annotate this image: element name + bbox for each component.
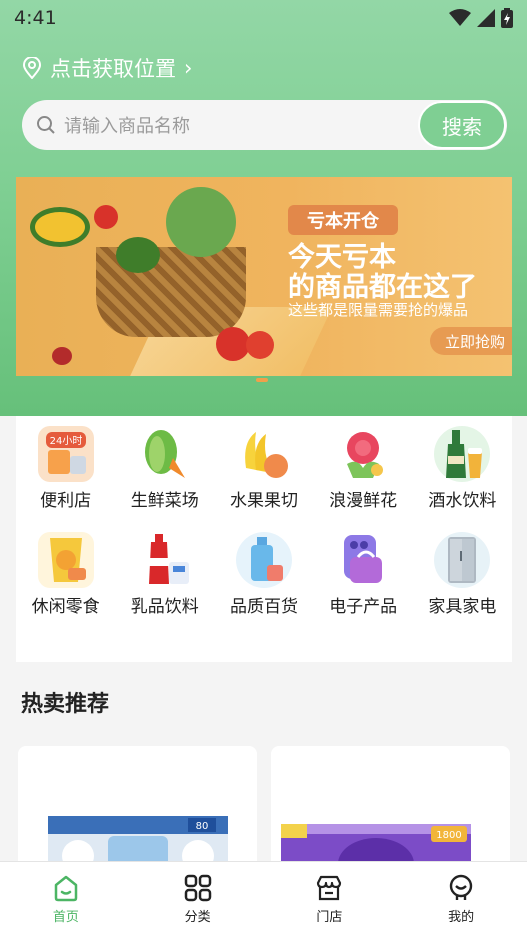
category-dairy-drinks[interactable]: 乳品饮料 [115, 532, 214, 638]
category-daily-goods[interactable]: 品质百货 [214, 532, 313, 638]
tab-store[interactable]: 门店 [264, 862, 396, 937]
category-label: 品质百货 [229, 597, 298, 617]
broccoli-image [116, 237, 160, 273]
carousel-indicator[interactable] [256, 378, 268, 382]
fridge-icon [434, 532, 491, 588]
home-icon [54, 875, 78, 902]
category-convenience-store[interactable]: 24小时 便利店 [16, 426, 115, 532]
tomato-image [216, 327, 250, 361]
tab-label: 我的 [448, 910, 475, 925]
category-flowers[interactable]: 浪漫鲜花 [314, 426, 413, 532]
location-pin-icon [22, 57, 42, 79]
hot-recommend-title: 热卖推荐 [21, 692, 110, 717]
banner-tag: 亏本开仓 [288, 205, 398, 235]
signal-icon [477, 9, 495, 27]
tab-label: 门店 [316, 910, 343, 925]
category-drinks[interactable]: 酒水饮料 [413, 426, 512, 532]
bottom-tab-bar: 首页 分类 门店 我的 [0, 861, 527, 937]
category-label: 电子产品 [329, 597, 398, 617]
cherry-image [52, 347, 72, 365]
buy-now-button[interactable]: 立即抢购 [430, 327, 512, 355]
tab-home[interactable]: 首页 [0, 862, 132, 937]
pumpkin-image [30, 207, 90, 247]
battery-icon [501, 8, 513, 28]
tab-label: 首页 [52, 910, 79, 925]
status-icons [449, 8, 513, 28]
svg-text:1800: 1800 [436, 830, 461, 841]
profile-icon [449, 874, 473, 900]
goods-icon [235, 532, 292, 588]
snacks-icon [37, 532, 94, 588]
search-button[interactable]: 搜索 [418, 101, 506, 149]
svg-text:24小时: 24小时 [49, 435, 82, 447]
flower-icon [335, 426, 391, 482]
tab-profile[interactable]: 我的 [395, 862, 527, 937]
category-label: 水果果切 [229, 491, 298, 511]
store-icon [317, 875, 342, 901]
category-label: 乳品饮料 [130, 597, 199, 617]
location-button[interactable]: 点击获取位置 › [22, 54, 192, 82]
search-icon [37, 116, 55, 134]
banner-title-line1: 今天亏本 [288, 242, 396, 273]
beer-icon [434, 426, 491, 482]
search-input[interactable]: 请输入商品名称 [64, 112, 418, 138]
category-fruit[interactable]: 水果果切 [214, 426, 313, 532]
tomato-image [246, 331, 274, 359]
category-label: 生鲜菜场 [130, 491, 199, 511]
wifi-icon [449, 9, 471, 26]
status-time: 4:41 [14, 7, 57, 29]
convenience-store-icon: 24小时 [37, 426, 94, 482]
vegetables-icon [137, 426, 193, 482]
apple-image [94, 205, 118, 229]
search-bar[interactable]: 请输入商品名称 搜索 [22, 100, 507, 150]
category-electronics[interactable]: 电子产品 [314, 532, 413, 638]
category-fresh-vegetables[interactable]: 生鲜菜场 [115, 426, 214, 532]
drinks-icon [137, 532, 193, 588]
svg-text:80: 80 [196, 821, 209, 832]
banner-title: 今天亏本 的商品都在这了 [288, 243, 477, 303]
fruit-icon [236, 426, 292, 482]
category-snacks[interactable]: 休闲零食 [16, 532, 115, 638]
category-label: 家具家电 [428, 597, 497, 617]
tab-label: 分类 [184, 910, 211, 925]
category-grid: 24小时 便利店 生鲜菜场 水果果切 浪漫鲜花 酒水饮料 休闲零食 乳品饮料 品… [16, 416, 512, 662]
category-label: 便利店 [40, 491, 92, 511]
phone-icon [335, 532, 391, 588]
category-furniture-appliances[interactable]: 家具家电 [413, 532, 512, 638]
category-label: 浪漫鲜花 [329, 491, 398, 511]
category-label: 休闲零食 [31, 597, 100, 617]
category-label: 酒水饮料 [428, 491, 497, 511]
grid-icon [184, 874, 211, 902]
chevron-right-icon: › [184, 56, 193, 80]
greens-image [166, 187, 236, 257]
tab-category[interactable]: 分类 [132, 862, 264, 937]
location-label: 点击获取位置 [50, 57, 176, 81]
status-bar: 4:41 [0, 0, 527, 36]
banner-subtitle: 这些都是限量需要抢的爆品 [288, 301, 469, 319]
promo-banner[interactable]: 亏本开仓 今天亏本 的商品都在这了 这些都是限量需要抢的爆品 立即抢购 [16, 177, 512, 376]
